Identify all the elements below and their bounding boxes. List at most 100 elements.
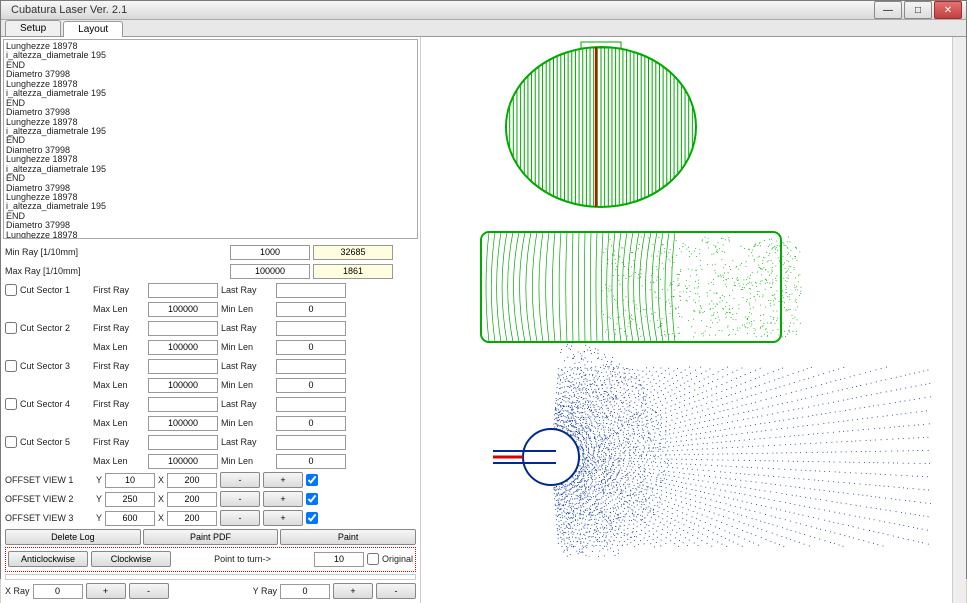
sector-3-first-input[interactable] [148, 359, 218, 374]
sector-4-checkbox[interactable] [5, 398, 17, 410]
offset-2-y-input[interactable] [105, 492, 155, 507]
offset-1-minus-button[interactable]: - [220, 472, 260, 488]
sector-3-minlen-input[interactable] [276, 378, 346, 393]
log-line: i_altezza_diametrale 195 [6, 89, 415, 98]
vertical-scrollbar[interactable] [952, 37, 966, 603]
original-checkbox[interactable] [367, 553, 379, 565]
offset-1-y-input[interactable] [105, 473, 155, 488]
sector-1-maxlen-input[interactable] [148, 302, 218, 317]
sector-maxlen-label: Max Len [93, 380, 145, 390]
offset-x-label: X [158, 475, 164, 485]
visualization-panel [421, 37, 966, 603]
xray-plus-button[interactable]: + [86, 583, 126, 599]
sector-2-label: Cut Sector 2 [20, 323, 90, 333]
clockwise-button[interactable]: Clockwise [91, 551, 171, 567]
offset-2-checkbox[interactable] [306, 493, 318, 505]
sector-3-checkbox[interactable] [5, 360, 17, 372]
tab-bar: Setup Layout [1, 20, 966, 36]
offset-x-label: X [158, 494, 164, 504]
yray-input[interactable] [280, 584, 330, 599]
offset-y-label: Y [96, 513, 102, 523]
maximize-button[interactable]: □ [904, 1, 932, 19]
sector-maxlen-label: Max Len [93, 418, 145, 428]
sector-first-label: First Ray [93, 285, 145, 295]
left-panel: Lunghezze 18978i_altezza_diametrale 195E… [1, 37, 421, 603]
sector-5-checkbox[interactable] [5, 436, 17, 448]
offset-x-label: X [158, 513, 164, 523]
yray-minus-button[interactable]: - [376, 583, 416, 599]
offset-3-plus-button[interactable]: + [263, 510, 303, 526]
offset-1-checkbox[interactable] [306, 474, 318, 486]
sector-5-minlen-input[interactable] [276, 454, 346, 469]
offset-2-x-input[interactable] [167, 492, 217, 507]
log-output[interactable]: Lunghezze 18978i_altezza_diametrale 195E… [3, 39, 418, 239]
sector-5-last-input[interactable] [276, 435, 346, 450]
paint-button[interactable]: Paint [280, 529, 416, 545]
sector-minlen-label: Min Len [221, 342, 273, 352]
sector-1-first-input[interactable] [148, 283, 218, 298]
slider-track[interactable] [5, 574, 416, 580]
sector-last-label: Last Ray [221, 285, 273, 295]
offset-3-x-input[interactable] [167, 511, 217, 526]
yray-plus-button[interactable]: + [333, 583, 373, 599]
sector-first-label: First Ray [93, 437, 145, 447]
sector-maxlen-label: Max Len [93, 342, 145, 352]
offset-2-minus-button[interactable]: - [220, 491, 260, 507]
paint-pdf-button[interactable]: Paint PDF [143, 529, 279, 545]
sector-2-last-input[interactable] [276, 321, 346, 336]
sector-5-label: Cut Sector 5 [20, 437, 90, 447]
offset-1-x-input[interactable] [167, 473, 217, 488]
offset-3-checkbox[interactable] [306, 512, 318, 524]
sector-1-minlen-input[interactable] [276, 302, 346, 317]
sector-last-label: Last Ray [221, 437, 273, 447]
sector-1-last-input[interactable] [276, 283, 346, 298]
sector-4-first-input[interactable] [148, 397, 218, 412]
log-line: Lunghezze 18978 [6, 231, 415, 239]
yray-label: Y Ray [253, 586, 277, 596]
offset-3-y-input[interactable] [105, 511, 155, 526]
sector-5-first-input[interactable] [148, 435, 218, 450]
sector-4-maxlen-input[interactable] [148, 416, 218, 431]
anticlockwise-button[interactable]: Anticlockwise [8, 551, 88, 567]
tab-setup[interactable]: Setup [5, 20, 61, 36]
log-line: i_altezza_diametrale 195 [6, 51, 415, 60]
log-line: i_altezza_diametrale 195 [6, 127, 415, 136]
offset-1-plus-button[interactable]: + [263, 472, 303, 488]
sector-minlen-label: Min Len [221, 380, 273, 390]
sector-maxlen-label: Max Len [93, 304, 145, 314]
original-label: Original [382, 554, 413, 564]
sector-first-label: First Ray [93, 323, 145, 333]
sector-3-last-input[interactable] [276, 359, 346, 374]
offset-3-minus-button[interactable]: - [220, 510, 260, 526]
sector-minlen-label: Min Len [221, 456, 273, 466]
sector-1-checkbox[interactable] [5, 284, 17, 296]
min-ray-label: Min Ray [1/10mm] [5, 247, 93, 257]
sector-5-maxlen-input[interactable] [148, 454, 218, 469]
sector-4-label: Cut Sector 4 [20, 399, 90, 409]
sector-last-label: Last Ray [221, 399, 273, 409]
delete-log-button[interactable]: Delete Log [5, 529, 141, 545]
sector-2-checkbox[interactable] [5, 322, 17, 334]
offset-2-plus-button[interactable]: + [263, 491, 303, 507]
point-to-turn-label: Point to turn-> [174, 554, 311, 564]
xray-input[interactable] [33, 584, 83, 599]
close-button[interactable]: ✕ [934, 1, 962, 19]
min-ray-input[interactable] [230, 245, 310, 260]
sector-2-minlen-input[interactable] [276, 340, 346, 355]
sector-4-minlen-input[interactable] [276, 416, 346, 431]
tab-layout[interactable]: Layout [63, 21, 123, 37]
sector-last-label: Last Ray [221, 361, 273, 371]
point-to-turn-input[interactable] [314, 552, 364, 567]
minimize-button[interactable]: — [874, 1, 902, 19]
sector-2-first-input[interactable] [148, 321, 218, 336]
sector-4-last-input[interactable] [276, 397, 346, 412]
sector-first-label: First Ray [93, 361, 145, 371]
max-ray-input[interactable] [230, 264, 310, 279]
xray-minus-button[interactable]: - [129, 583, 169, 599]
xray-label: X Ray [5, 586, 30, 596]
max-ray-label: Max Ray [1/10mm] [5, 266, 93, 276]
offset-3-label: OFFSET VIEW 3 [5, 513, 93, 523]
sector-2-maxlen-input[interactable] [148, 340, 218, 355]
sector-3-maxlen-input[interactable] [148, 378, 218, 393]
titlebar: Cubatura Laser Ver. 2.1 — □ ✕ [1, 1, 966, 20]
